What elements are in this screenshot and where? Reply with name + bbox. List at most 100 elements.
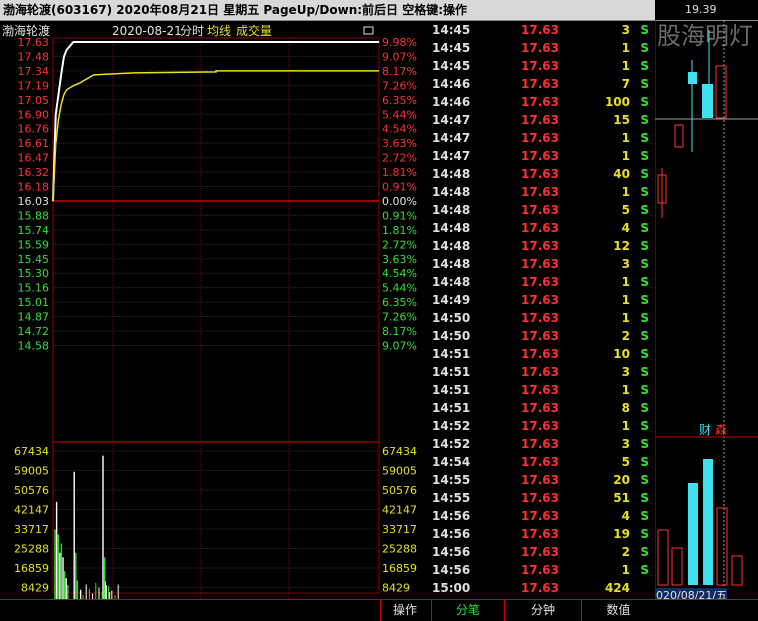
pct-label: 1.81% [382, 224, 417, 237]
tab-values[interactable]: 数值 [581, 600, 655, 621]
trade-row[interactable]: 14:48 17.63 1 S [431, 183, 654, 201]
price-label: 14.72 [18, 325, 50, 338]
price-label: 16.61 [18, 137, 50, 150]
window-icon[interactable] [363, 26, 374, 35]
trade-row[interactable]: 14:47 17.63 15 S [431, 111, 654, 129]
trade-price: 17.63 [521, 491, 559, 505]
trade-row[interactable]: 14:56 17.63 2 S [431, 543, 654, 561]
trade-price: 17.63 [521, 149, 559, 163]
price-label: 14.87 [18, 311, 50, 324]
trade-row[interactable]: 14:56 17.63 19 S [431, 525, 654, 543]
trade-row[interactable]: 14:46 17.63 7 S [431, 75, 654, 93]
badge-cai2[interactable]: 森 [715, 422, 727, 437]
trade-row[interactable]: 14:52 17.63 1 S [431, 417, 654, 435]
trade-row[interactable]: 14:51 17.63 8 S [431, 399, 654, 417]
trade-direction: S [640, 365, 649, 379]
trade-row[interactable]: 14:51 17.63 10 S [431, 345, 654, 363]
trade-volume: 20 [613, 473, 630, 487]
trade-row[interactable]: 14:48 17.63 40 S [431, 165, 654, 183]
pct-label: 6.35% [382, 296, 417, 309]
trade-row[interactable]: 14:48 17.63 3 S [431, 255, 654, 273]
trade-price: 17.63 [521, 419, 559, 433]
pct-label: 8.17% [382, 65, 417, 78]
tab-minute[interactable]: 分钟 [504, 600, 581, 621]
daily-kline-panel[interactable]: 股海明灯 19.39 财 森 020/08/21/五 [654, 0, 758, 602]
trade-price: 17.63 [521, 23, 559, 37]
trade-volume: 1 [621, 275, 630, 289]
price-line [52, 41, 379, 202]
trade-row[interactable]: 14:55 17.63 20 S [431, 471, 654, 489]
intraday-chart[interactable]: 17.63 9.98%17.48 9.07%17.34 8.17%17.19 7.26%… [0, 21, 430, 599]
trade-price: 17.63 [521, 347, 559, 361]
trade-row[interactable]: 14:45 17.63 1 S [431, 39, 654, 57]
price-label: 16.03 [18, 195, 50, 208]
stock-name: 渤海轮渡 [2, 23, 50, 38]
trade-volume: 1 [621, 59, 630, 73]
trade-volume: 10 [613, 347, 630, 361]
tab-operate[interactable]: 操作 [380, 600, 429, 621]
trade-row[interactable]: 14:56 17.63 4 S [431, 507, 654, 525]
trade-direction: S [640, 473, 649, 487]
pct-label: 2.72% [382, 238, 417, 251]
trade-time: 14:56 [432, 509, 471, 523]
trade-volume: 1 [621, 41, 630, 55]
trade-price: 17.63 [521, 527, 559, 541]
trade-time: 14:48 [432, 239, 471, 253]
trade-time: 14:56 [432, 545, 471, 559]
trade-row[interactable]: 14:48 17.63 5 S [431, 201, 654, 219]
volume-label-right: 33717 [382, 523, 417, 536]
trade-time: 14:55 [432, 473, 471, 487]
trade-row[interactable]: 14:48 17.63 12 S [431, 237, 654, 255]
trade-row[interactable]: 14:50 17.63 2 S [431, 327, 654, 345]
trade-row[interactable]: 14:45 17.63 3 S [431, 21, 654, 39]
trade-row[interactable]: 15:00 17.63 424 [431, 579, 654, 597]
trade-price: 17.63 [521, 545, 559, 559]
trade-row[interactable]: 14:47 17.63 1 S [431, 147, 654, 165]
trade-time: 14:50 [432, 329, 471, 343]
trade-volume: 100 [604, 95, 630, 109]
price-label: 16.18 [18, 181, 50, 194]
pct-label: 3.63% [382, 253, 417, 266]
trade-row[interactable]: 14:47 17.63 1 S [431, 129, 654, 147]
trade-direction: S [640, 293, 649, 307]
trade-price: 17.63 [521, 257, 559, 271]
trade-row[interactable]: 14:51 17.63 1 S [431, 381, 654, 399]
trade-row[interactable]: 14:46 17.63 100 S [431, 93, 654, 111]
volume-label: 33717 [14, 523, 49, 536]
trade-row[interactable]: 14:49 17.63 1 S [431, 291, 654, 309]
trade-price: 17.63 [521, 293, 559, 307]
pct-label: 1.81% [382, 166, 417, 179]
volume-label-right: 16859 [382, 562, 417, 575]
trade-volume: 1 [621, 563, 630, 577]
price-label: 16.90 [18, 108, 50, 121]
trade-row[interactable]: 14:52 17.63 3 S [431, 435, 654, 453]
trade-direction: S [640, 95, 649, 109]
trade-row[interactable]: 14:55 17.63 51 S [431, 489, 654, 507]
trade-row[interactable]: 14:50 17.63 1 S [431, 309, 654, 327]
trade-row[interactable]: 14:48 17.63 4 S [431, 219, 654, 237]
pct-label: 8.17% [382, 325, 417, 338]
price-label: 15.88 [18, 209, 50, 222]
trade-direction: S [640, 383, 649, 397]
trade-price: 17.63 [521, 383, 559, 397]
volume-label: 67434 [14, 445, 49, 458]
trade-direction: S [640, 77, 649, 91]
badge-cai[interactable]: 财 [699, 423, 711, 437]
trade-direction: S [640, 491, 649, 505]
volume-label-right: 25288 [382, 543, 417, 556]
trade-ticks-list[interactable]: 14:45 17.63 3 S 14:45 17.63 1 S 14:45 17.63 1 S 14:4… [431, 21, 654, 599]
trade-volume: 1 [621, 293, 630, 307]
trade-row[interactable]: 14:48 17.63 1 S [431, 273, 654, 291]
trade-time: 14:49 [432, 293, 471, 307]
trade-price: 17.63 [521, 563, 559, 577]
trade-volume: 40 [613, 167, 630, 181]
trade-row[interactable]: 14:45 17.63 1 S [431, 57, 654, 75]
trade-direction: S [640, 401, 649, 415]
trade-direction: S [640, 185, 649, 199]
tab-ticks[interactable]: 分笔 [431, 600, 504, 621]
trade-row[interactable]: 14:51 17.63 3 S [431, 363, 654, 381]
trade-direction: S [640, 131, 649, 145]
trade-row[interactable]: 14:56 17.63 1 S [431, 561, 654, 579]
trade-row[interactable]: 14:54 17.63 5 S [431, 453, 654, 471]
bottom-bar: 操作 分笔 分钟 数值 [0, 599, 758, 621]
